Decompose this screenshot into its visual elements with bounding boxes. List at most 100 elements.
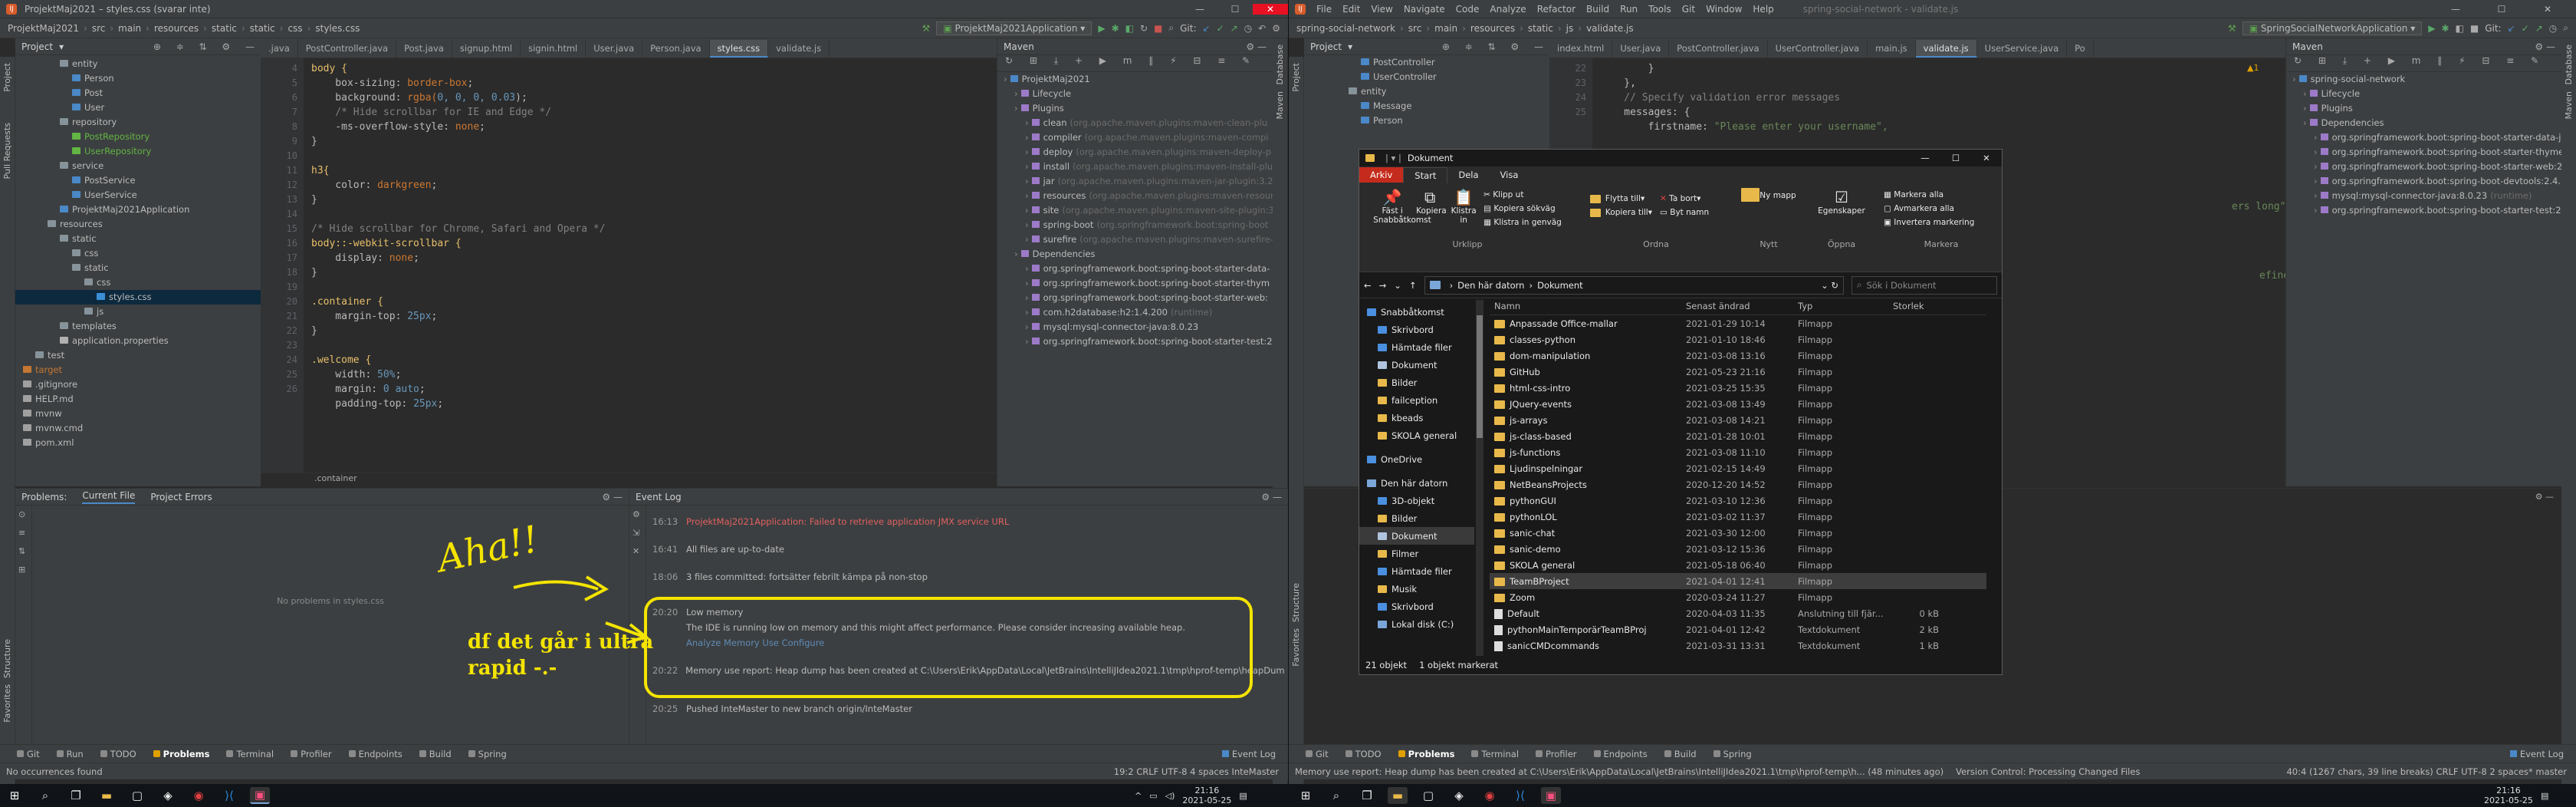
nav-item[interactable]: Hämtade filer bbox=[1359, 562, 1474, 580]
maven-row[interactable]: › Lifecycle bbox=[2286, 87, 2561, 101]
nav-item[interactable]: failception bbox=[1359, 391, 1474, 409]
tree-row[interactable]: entity bbox=[1304, 84, 1549, 99]
maven-row[interactable]: › Dependencies bbox=[997, 247, 1273, 262]
notification-icon[interactable]: ▤ bbox=[1239, 791, 1247, 801]
nav-item[interactable]: Snabbåtkomst bbox=[1359, 303, 1474, 321]
explorer-minimize-button[interactable]: — bbox=[1910, 153, 1940, 163]
nav-item[interactable]: Hämtade filer bbox=[1359, 338, 1474, 356]
pull-requests-stripe-button[interactable]: Pull Requests bbox=[2, 123, 12, 179]
tool-window-button[interactable]: Profiler bbox=[291, 749, 332, 759]
maven-row[interactable]: › deploy (org.apache.maven.plugins:maven-d… bbox=[997, 145, 1273, 160]
maven-row[interactable]: › Dependencies bbox=[2286, 116, 2561, 130]
tree-row[interactable]: User bbox=[15, 100, 261, 115]
editor-tab[interactable]: Po bbox=[2067, 40, 2094, 58]
project-panel-title[interactable]: Project bbox=[21, 41, 53, 52]
file-row[interactable]: js-arrays 2021-03-08 14:21 Filmapp bbox=[1490, 412, 1986, 428]
forward-icon[interactable]: → bbox=[1379, 280, 1387, 291]
up-icon[interactable]: ↑ bbox=[1409, 280, 1417, 291]
crumb-css[interactable]: css bbox=[288, 23, 302, 34]
maven-row[interactable]: › clean (org.apache.maven.plugins:maven-cl… bbox=[997, 116, 1273, 130]
tree-row[interactable]: entity bbox=[15, 57, 261, 71]
crumb-src-2[interactable]: src bbox=[1408, 23, 1422, 34]
maven-row[interactable]: › org.springframework.boot:spring-boot-st… bbox=[2286, 145, 2561, 160]
copy-to-button[interactable]: Kopiera till▾ bbox=[1589, 208, 1652, 217]
editor-tab[interactable]: Person.java bbox=[642, 40, 710, 58]
tree-row[interactable]: PostRepository bbox=[15, 130, 261, 144]
select-all-button[interactable]: ▦ Markera alla bbox=[1884, 188, 1974, 202]
file-row[interactable]: NetBeansProjects 2020-12-20 14:52 Filmapp bbox=[1490, 476, 1986, 492]
notification-icon-2[interactable]: ▤ bbox=[2541, 791, 2548, 801]
maven-row[interactable]: › site (org.apache.maven.plugins:maven-sit… bbox=[997, 203, 1273, 218]
tree-row[interactable]: mvnw bbox=[15, 407, 261, 421]
maven-row[interactable]: › Lifecycle bbox=[997, 87, 1273, 101]
menu-item[interactable]: Help bbox=[1753, 4, 1773, 15]
nav-item[interactable]: Skrivbord bbox=[1359, 321, 1474, 338]
file-row[interactable]: classes-python 2021-01-10 18:46 Filmapp bbox=[1490, 331, 1986, 348]
tree-row[interactable]: css bbox=[15, 246, 261, 261]
history-icon[interactable]: ◷ bbox=[1244, 23, 1252, 34]
column-modified[interactable]: Senast ändrad bbox=[1686, 301, 1798, 311]
cut-button[interactable]: ✂ Klipp ut bbox=[1484, 188, 1562, 202]
debug-icon-2[interactable]: ✱ bbox=[2441, 23, 2449, 34]
nav-item[interactable]: Filmer bbox=[1359, 545, 1474, 562]
explorer-close-button[interactable]: ✕ bbox=[1971, 153, 2002, 163]
tree-row[interactable]: HELP.md bbox=[15, 392, 261, 407]
file-row[interactable]: TeamBProject 2021-04-01 12:41 Filmapp bbox=[1490, 573, 1986, 589]
expand-icon[interactable]: › bbox=[2292, 74, 2296, 84]
select-none-button[interactable]: ▢ Avmarkera alla bbox=[1884, 202, 1974, 216]
git-update-icon-2[interactable]: ↙ bbox=[2508, 23, 2515, 34]
profile-icon[interactable]: ↻ bbox=[1140, 23, 1148, 34]
maven-row[interactable]: › mysql:mysql-connector-java:8.0.23 (runti… bbox=[2286, 189, 2561, 203]
editor-tab[interactable]: signin.html bbox=[521, 40, 586, 58]
stop-icon[interactable]: ■ bbox=[1154, 23, 1162, 34]
editor-tab[interactable]: User.java bbox=[586, 40, 643, 58]
expand-icon[interactable]: › bbox=[1025, 190, 1029, 201]
properties-button[interactable]: ☑ Egenskaper bbox=[1818, 188, 1865, 216]
status-right-info-2[interactable]: 40:4 (1267 chars, 39 line breaks) CRLF U… bbox=[2286, 766, 2576, 777]
tree-row[interactable]: application.properties bbox=[15, 334, 261, 348]
maven-stripe-button[interactable]: Maven bbox=[1275, 91, 1285, 119]
file-row[interactable]: dom-manipulation 2021-03-08 13:16 Filmapp bbox=[1490, 348, 1986, 364]
editor-tab[interactable]: styles.css bbox=[709, 40, 769, 58]
ribbon-tab-arkiv[interactable]: Arkiv bbox=[1359, 167, 1404, 183]
expand-icon[interactable]: › bbox=[1025, 147, 1029, 157]
maven-row[interactable]: › org.springframework.boot:spring-boot-st… bbox=[2286, 130, 2561, 145]
expand-icon[interactable]: › bbox=[1025, 278, 1029, 288]
menu-item[interactable]: View bbox=[1371, 4, 1392, 15]
nav-item[interactable]: Bilder bbox=[1359, 374, 1474, 391]
tool-window-button[interactable]: Run bbox=[56, 749, 84, 759]
maximize-button-2[interactable]: ☐ bbox=[2484, 4, 2519, 15]
maven-row[interactable]: › org.springframework.boot:spring-boot-de… bbox=[2286, 174, 2561, 189]
structure-stripe-button[interactable]: Structure bbox=[2, 639, 12, 678]
clock[interactable]: 21:16 2021-05-25 bbox=[1182, 786, 1231, 805]
editor-tab[interactable]: PostController.java bbox=[1669, 40, 1768, 58]
nav-item[interactable]: Dokument bbox=[1359, 527, 1474, 545]
tab-project-errors[interactable]: Project Errors bbox=[150, 492, 212, 502]
vscode-taskbar-icon-2[interactable]: ⟩⟨ bbox=[1510, 787, 1530, 804]
minimize-button-2[interactable]: — bbox=[2438, 4, 2473, 15]
expand-icon[interactable]: › bbox=[2303, 103, 2307, 114]
tree-row[interactable]: mvnw.cmd bbox=[15, 421, 261, 436]
nav-item[interactable]: OneDrive bbox=[1359, 450, 1474, 468]
address-crumb-pc[interactable]: Den här datorn bbox=[1457, 280, 1524, 291]
file-row[interactable]: js-functions 2021-03-08 11:10 Filmapp bbox=[1490, 444, 1986, 460]
file-row[interactable]: html-css-intro 2021-03-25 15:35 Filmapp bbox=[1490, 380, 1986, 396]
address-bar[interactable]: › Den här datorn › Dokument ⌄ ↻ bbox=[1424, 275, 1844, 295]
tool-window-button[interactable]: Problems bbox=[1398, 749, 1454, 759]
tool-window-button[interactable]: Endpoints bbox=[1593, 749, 1648, 759]
tree-row[interactable]: Post bbox=[15, 86, 261, 100]
expand-icon[interactable]: › bbox=[1025, 321, 1029, 332]
expand-icon[interactable]: › bbox=[2314, 132, 2318, 143]
structure-stripe-button-2[interactable]: Structure bbox=[1291, 583, 1301, 622]
tool-window-button[interactable]: TODO bbox=[1345, 749, 1382, 759]
tool-window-button[interactable]: Build bbox=[1664, 749, 1697, 759]
expand-icon[interactable]: › bbox=[1025, 234, 1029, 245]
ribbon-tab-dela[interactable]: Dela bbox=[1447, 167, 1489, 183]
expand-icon[interactable]: › bbox=[1025, 205, 1029, 216]
file-row[interactable]: Anpassade Office-mallar 2021-01-29 10:14 F… bbox=[1490, 315, 1986, 331]
tree-row[interactable]: service bbox=[15, 159, 261, 173]
status-right-info[interactable]: 19:2 CRLF UTF-8 4 spaces InteMaster bbox=[1114, 766, 1288, 777]
problems-toolbar[interactable]: ⊙ ≡ ⇅ ⊞ bbox=[15, 506, 32, 745]
tree-row[interactable]: UserService bbox=[15, 188, 261, 203]
expand-icon[interactable]: › bbox=[1025, 292, 1029, 303]
